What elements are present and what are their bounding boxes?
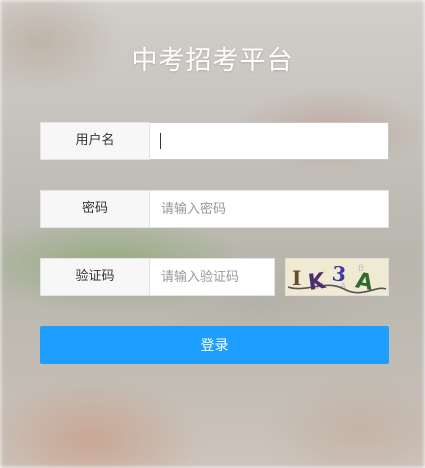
captcha-input[interactable] (150, 259, 274, 295)
login-button[interactable]: 登录 (40, 326, 389, 364)
username-input[interactable] (150, 123, 388, 159)
username-field-wrapper (150, 122, 389, 160)
captcha-char-1: I (292, 266, 301, 290)
captcha-field-wrapper (150, 258, 275, 296)
captcha-row: 验证码 M A B I K 3 A (40, 258, 389, 296)
text-caret (160, 133, 161, 149)
captcha-image[interactable]: M A B I K 3 A (285, 258, 389, 296)
username-label: 用户名 (40, 122, 150, 160)
password-row: 密码 (40, 190, 389, 228)
captcha-label: 验证码 (40, 258, 150, 296)
password-field-wrapper (150, 190, 389, 228)
password-input[interactable] (150, 191, 388, 227)
page-title: 中考招考平台 (131, 46, 294, 76)
captcha-char-3: 3 (331, 261, 347, 286)
username-row: 用户名 (40, 122, 389, 160)
login-page: 中考招考平台 用户名 密码 验证码 M A B I K 3 (0, 0, 425, 468)
password-label: 密码 (40, 190, 150, 228)
